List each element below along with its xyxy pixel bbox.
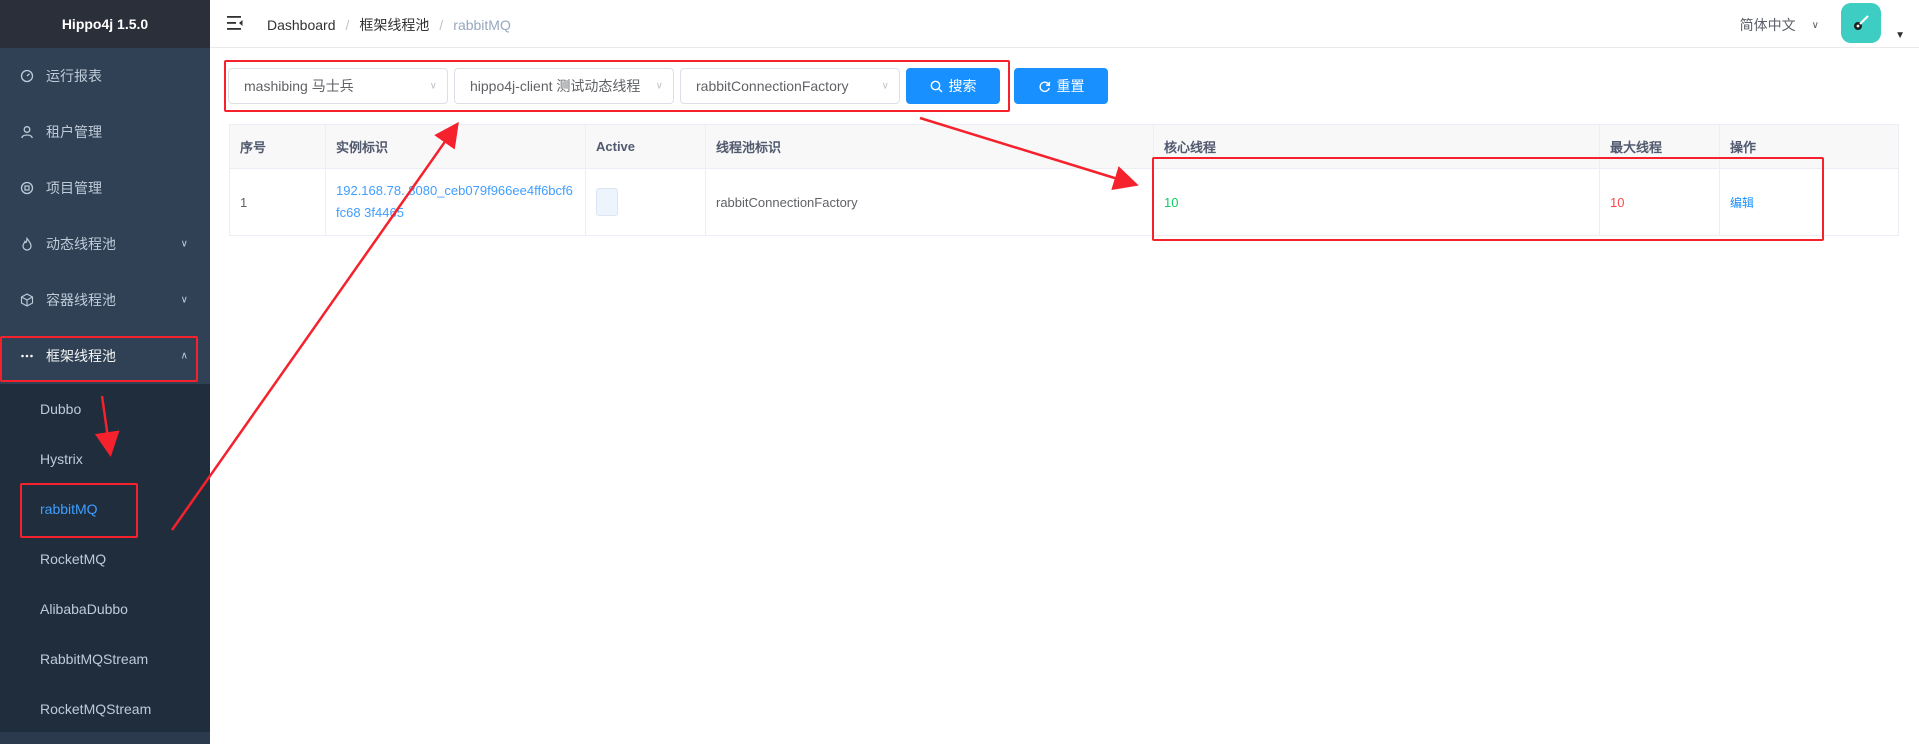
row-max-threads: 10 bbox=[1600, 169, 1720, 235]
language-selector[interactable]: 简体中文 ∨ bbox=[1740, 15, 1819, 35]
column-header-core-threads: 核心线程 bbox=[1154, 125, 1600, 168]
breadcrumb-separator: / bbox=[345, 17, 350, 33]
breadcrumb-framework-pool[interactable]: 框架线程池 bbox=[359, 15, 429, 35]
chevron-down-icon: ∨ bbox=[877, 80, 889, 92]
reset-button[interactable]: 重置 bbox=[1014, 68, 1108, 104]
column-header-index: 序号 bbox=[230, 125, 326, 168]
row-active-cell bbox=[586, 169, 706, 235]
sidebar-item-label: 项目管理 bbox=[46, 180, 102, 196]
chevron-down-icon: ∨ bbox=[1811, 19, 1819, 31]
chevron-up-icon: ∧ bbox=[180, 350, 188, 362]
chevron-down-icon: ∨ bbox=[180, 238, 188, 250]
app-logo-title: Hippo4j 1.5.0 bbox=[0, 0, 210, 48]
hamburger-icon[interactable] bbox=[226, 14, 244, 32]
item-select-value: hippo4j-client 测试动态线程 bbox=[470, 78, 641, 94]
filter-bar: mashibing 马士兵 ∨ hippo4j-client 测试动态线程 ∨ … bbox=[228, 68, 1108, 104]
search-button[interactable]: 搜索 bbox=[906, 68, 1000, 104]
caret-down-icon[interactable]: ▼ bbox=[1895, 30, 1905, 41]
row-pool-id: rabbitConnectionFactory bbox=[706, 169, 1154, 235]
more-icon bbox=[20, 349, 34, 363]
sidebar-item-label: 运行报表 bbox=[46, 68, 102, 84]
column-header-active: Active bbox=[586, 125, 706, 168]
column-header-max-threads: 最大线程 bbox=[1600, 125, 1720, 168]
sidebar-item-reports[interactable]: 运行报表 bbox=[0, 48, 210, 104]
submenu-item-rabbitmqstream[interactable]: RabbitMQStream bbox=[0, 634, 210, 684]
chevron-down-icon: ∨ bbox=[180, 294, 188, 306]
thread-pool-select-value: rabbitConnectionFactory bbox=[696, 78, 849, 94]
breadcrumb-dashboard[interactable]: Dashboard bbox=[267, 17, 336, 33]
tenant-select[interactable]: mashibing 马士兵 ∨ bbox=[228, 68, 448, 104]
sidebar-item-dynamic-pool[interactable]: 动态线程池 ∨ bbox=[0, 216, 210, 272]
active-indicator bbox=[596, 188, 618, 216]
tenant-select-value: mashibing 马士兵 bbox=[244, 78, 354, 94]
avatar[interactable] bbox=[1841, 3, 1881, 43]
instance-link[interactable]: 192.168.78. 8080_ceb079f966ee4ff6bcf6fc6… bbox=[336, 180, 576, 224]
row-core-threads: 10 bbox=[1154, 169, 1600, 235]
sidebar-item-tenants[interactable]: 租户管理 bbox=[0, 104, 210, 160]
language-label: 简体中文 bbox=[1739, 17, 1796, 33]
user-icon bbox=[20, 125, 34, 139]
sidebar-item-framework-pool[interactable]: 框架线程池 ∧ bbox=[0, 328, 210, 384]
table-row: 1 192.168.78. 8080_ceb079f966ee4ff6bcf6f… bbox=[230, 169, 1898, 235]
item-select[interactable]: hippo4j-client 测试动态线程 ∨ bbox=[454, 68, 674, 104]
submenu-item-alibabadubbo[interactable]: AlibabaDubbo bbox=[0, 584, 210, 634]
search-button-label: 搜索 bbox=[948, 78, 977, 94]
sidebar-item-projects[interactable]: 项目管理 bbox=[0, 160, 210, 216]
reset-button-label: 重置 bbox=[1056, 78, 1085, 94]
submenu-item-rocketmq[interactable]: RocketMQ bbox=[0, 534, 210, 584]
submenu-item-rocketmqstream[interactable]: RocketMQStream bbox=[0, 684, 210, 734]
sidebar-item-container-pool[interactable]: 容器线程池 ∨ bbox=[0, 272, 210, 328]
fire-icon bbox=[20, 237, 34, 251]
breadcrumb-separator: / bbox=[439, 17, 444, 33]
row-actions-cell: 编辑 bbox=[1720, 169, 1898, 235]
sidebar-item-label: 动态线程池 bbox=[46, 236, 116, 252]
dashboard-icon bbox=[20, 69, 34, 83]
thread-pool-table: 序号 实例标识 Active 线程池标识 核心线程 最大线程 操作 1 192.… bbox=[229, 124, 1899, 236]
sidebar-item-label: 租户管理 bbox=[46, 124, 102, 140]
row-index: 1 bbox=[230, 169, 326, 235]
column-header-actions: 操作 bbox=[1730, 140, 1757, 155]
breadcrumb: Dashboard / 框架线程池 / rabbitMQ bbox=[267, 15, 511, 35]
search-icon bbox=[930, 80, 943, 93]
column-header-instance: 实例标识 bbox=[326, 125, 586, 168]
project-icon bbox=[20, 181, 34, 195]
sidebar-item-label: 容器线程池 bbox=[46, 292, 116, 308]
chevron-down-icon: ∨ bbox=[425, 80, 437, 92]
sidebar: Hippo4j 1.5.0 运行报表 租户管理 项目管理 动态线程池 ∨ 容器线… bbox=[0, 0, 210, 744]
sidebar-item-label: 框架线程池 bbox=[46, 348, 116, 364]
annotation-arrows bbox=[94, 116, 1139, 531]
guitar-icon bbox=[1854, 15, 1869, 30]
chevron-down-icon: ∨ bbox=[651, 80, 663, 92]
column-header-pool-id: 线程池标识 bbox=[706, 125, 1154, 168]
box-icon bbox=[20, 293, 34, 307]
sidebar-footer bbox=[0, 732, 210, 744]
row-instance-cell: 192.168.78. 8080_ceb079f966ee4ff6bcf6fc6… bbox=[326, 169, 586, 235]
submenu-item-rabbitmq[interactable]: rabbitMQ bbox=[0, 484, 210, 534]
submenu-item-hystrix[interactable]: Hystrix bbox=[0, 434, 210, 484]
framework-pool-submenu: Dubbo Hystrix rabbitMQ RocketMQ AlibabaD… bbox=[0, 384, 210, 734]
edit-link[interactable]: 编辑 bbox=[1730, 194, 1754, 211]
refresh-icon bbox=[1038, 80, 1051, 93]
submenu-item-dubbo[interactable]: Dubbo bbox=[0, 384, 210, 434]
top-navbar: Dashboard / 框架线程池 / rabbitMQ 简体中文 ∨ ▼ bbox=[210, 0, 1919, 48]
breadcrumb-current: rabbitMQ bbox=[453, 17, 511, 33]
table-header: 序号 实例标识 Active 线程池标识 核心线程 最大线程 操作 bbox=[230, 125, 1898, 169]
thread-pool-select[interactable]: rabbitConnectionFactory ∨ bbox=[680, 68, 900, 104]
